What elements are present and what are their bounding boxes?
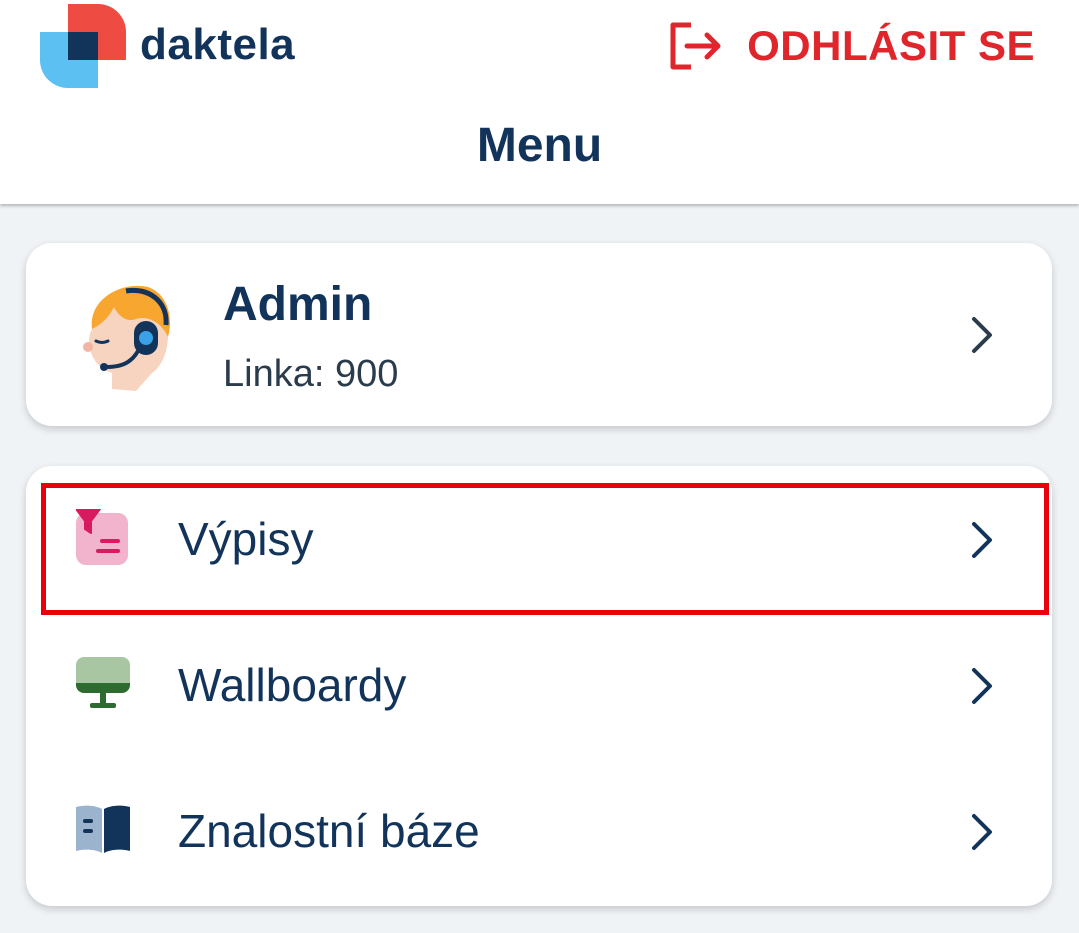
menu-item-label: Výpisy <box>178 513 314 565</box>
brand-name: daktela <box>140 20 296 69</box>
logout-button[interactable]: ODHLÁSIT SE <box>667 16 1035 76</box>
menu-item-vypisy[interactable]: Výpisy <box>26 466 1052 612</box>
book-icon <box>76 805 130 853</box>
profile-name: Admin <box>223 278 373 331</box>
filter-list-icon <box>76 509 128 565</box>
menu-list: Výpisy Wallboardy Znalostní báze <box>26 466 1052 906</box>
chevron-right-icon <box>972 814 992 850</box>
app-header: daktela ODHLÁSIT SE Menu <box>0 0 1079 204</box>
agent-headset-avatar <box>83 285 170 391</box>
chevron-right-icon <box>972 668 992 704</box>
logout-icon <box>670 22 721 70</box>
profile-line-number: Linka: 900 <box>223 353 399 395</box>
page-title: Menu <box>476 119 603 172</box>
menu-item-wallboardy[interactable]: Wallboardy <box>26 612 1052 758</box>
daktela-logo <box>40 4 126 88</box>
chevron-right-icon <box>972 522 992 558</box>
menu-item-znalostni-baze[interactable]: Znalostní báze <box>26 758 1052 904</box>
logout-label: ODHLÁSIT SE <box>747 22 1035 69</box>
chevron-right-icon <box>972 317 992 353</box>
menu-item-label: Znalostní báze <box>178 805 480 857</box>
monitor-icon <box>76 657 130 708</box>
menu-item-label: Wallboardy <box>178 659 407 711</box>
profile-card[interactable]: Admin Linka: 900 <box>26 243 1052 426</box>
